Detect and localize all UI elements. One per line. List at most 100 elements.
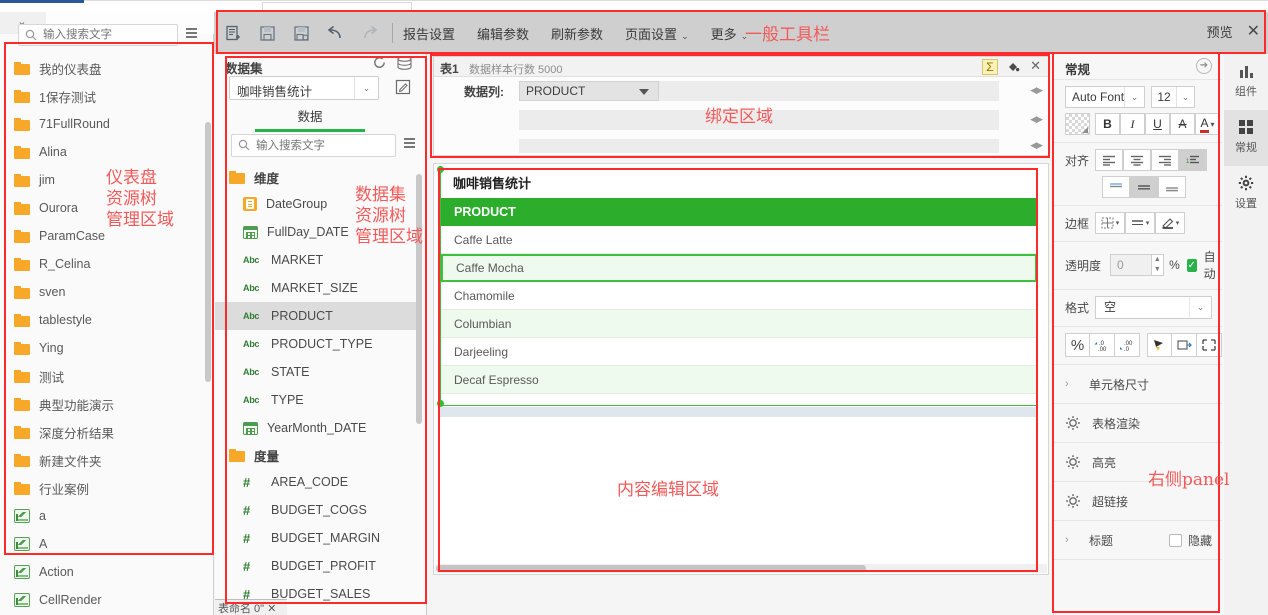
dataset-search-input[interactable]	[256, 135, 392, 156]
tree-item[interactable]: a	[0, 502, 213, 530]
font-family-select[interactable]: Auto Font ⌄	[1065, 86, 1145, 108]
chevron-down-icon[interactable]: ⌄	[354, 77, 378, 99]
tree-item[interactable]: Alina	[0, 138, 213, 166]
list-menu-icon[interactable]	[186, 28, 198, 42]
chevron-down-icon[interactable]: ⌄	[1124, 87, 1144, 107]
dataset-field[interactable]: AbcMARKET	[215, 246, 420, 274]
toolbar-item-page-settings[interactable]: 页面设置⌄	[625, 24, 689, 43]
increase-decimal-icon[interactable]: .0.00	[1090, 333, 1115, 357]
tree-item[interactable]: 1保存测试	[0, 82, 213, 110]
align-bottom-icon[interactable]	[1158, 176, 1186, 198]
resize-handle-bottom-left[interactable]	[437, 400, 444, 407]
opacity-auto-checkbox[interactable]: ✓	[1187, 259, 1197, 272]
hide-checkbox[interactable]: ✓	[1169, 534, 1182, 547]
right-panel-section[interactable]: 表格渲染	[1054, 404, 1222, 443]
tab-components[interactable]: 组件	[1224, 54, 1268, 110]
dataset-select[interactable]: 咖啡销售统计 ⌄	[229, 76, 379, 100]
content-horizontal-scrollbar[interactable]	[435, 564, 1047, 573]
edit-icon[interactable]	[392, 76, 414, 98]
sidebar-search-box[interactable]	[18, 24, 178, 46]
chevron-down-icon[interactable]	[639, 89, 649, 95]
tree-item[interactable]: 71FullRound	[0, 110, 213, 138]
dataset-field[interactable]: #BUDGET_PROFIT	[215, 552, 420, 580]
italic-button[interactable]: I	[1120, 113, 1145, 135]
dataset-field[interactable]: AbcPRODUCT_TYPE	[215, 330, 420, 358]
dataset-field-tree[interactable]: 维度DateGroupFullDay_DATEAbcMARKETAbcMARKE…	[215, 164, 420, 615]
save-as-icon[interactable]	[286, 20, 316, 46]
chevron-down-icon[interactable]: ▾	[1176, 219, 1180, 227]
dataset-field[interactable]: AbcSTATE	[215, 358, 420, 386]
fill-color-icon[interactable]	[1065, 113, 1090, 135]
tree-item[interactable]: A	[0, 530, 213, 558]
stepper-down[interactable]: ▼	[1152, 265, 1163, 275]
content-edit-area[interactable]: 咖啡销售统计 PRODUCT Caffe LatteCaffe MochaCha…	[433, 163, 1049, 575]
resource-tree[interactable]: 我的仪表盘1保存测试71FullRoundAlinajimOuroraParam…	[0, 54, 213, 615]
underline-button[interactable]: U	[1145, 113, 1170, 135]
sheet-tab[interactable]: 表命名 0" ✕	[215, 599, 287, 615]
binding-row-slot[interactable]	[519, 139, 999, 153]
font-size-select[interactable]: 12 ⌄	[1151, 86, 1195, 108]
stepper-up[interactable]: ▲	[1152, 255, 1163, 265]
tree-item[interactable]: 行业案例	[0, 474, 213, 502]
dataset-field[interactable]: YearMonth_DATE	[215, 414, 420, 442]
dataset-group[interactable]: 度量	[215, 442, 420, 468]
sidebar-scrollbar[interactable]	[205, 122, 211, 382]
tree-item[interactable]: 典型功能演示	[0, 390, 213, 418]
border-color-icon[interactable]: ▾	[1155, 212, 1185, 234]
table-column-header[interactable]: PRODUCT	[441, 198, 1037, 226]
sigma-icon[interactable]: Σ	[982, 59, 998, 75]
font-color-button[interactable]: A ▾	[1195, 113, 1220, 135]
wrap-text-icon[interactable]	[1172, 333, 1197, 357]
new-report-icon[interactable]	[218, 20, 248, 46]
tab-settings[interactable]: 设置	[1224, 166, 1268, 222]
resize-handle-top-left[interactable]	[437, 166, 444, 173]
tree-item[interactable]: Ourora	[0, 194, 213, 222]
chevron-down-icon[interactable]: ⌄	[1176, 87, 1194, 107]
tree-item[interactable]: sven	[0, 278, 213, 306]
opacity-stepper[interactable]: ▲▼	[1152, 254, 1164, 276]
table-row[interactable]: Caffe Latte	[441, 226, 1037, 254]
chevron-down-icon[interactable]: ▾	[1116, 219, 1120, 227]
tab-general[interactable]: 常规	[1224, 110, 1268, 166]
toolbar-item-refresh-params[interactable]: 刷新参数	[551, 24, 603, 43]
dataset-group[interactable]: 维度	[215, 164, 420, 190]
arrow-right-circle-icon[interactable]: ➔	[1196, 58, 1212, 74]
dataset-field[interactable]: AbcMARKET_SIZE	[215, 274, 420, 302]
toolbar-item-edit-params[interactable]: 编辑参数	[477, 24, 529, 43]
tree-item[interactable]: CellRender	[0, 586, 213, 614]
decrease-decimal-icon[interactable]: .00.0	[1115, 333, 1140, 357]
right-panel-section[interactable]: 高亮	[1054, 443, 1222, 482]
table-row[interactable]: Darjeeling	[441, 338, 1037, 366]
search-input[interactable]	[43, 25, 175, 45]
tree-item[interactable]: R_Celina	[0, 250, 213, 278]
toolbar-item-more[interactable]: 更多⌄	[711, 24, 749, 43]
hide-toggle[interactable]: ✓隐藏	[1169, 532, 1212, 549]
align-auto-icon[interactable]: 1	[1179, 149, 1207, 171]
tree-item[interactable]: 新建文件夹	[0, 446, 213, 474]
table-title[interactable]: 咖啡销售统计	[441, 170, 1037, 198]
right-panel-section[interactable]: ›单元格尺寸	[1054, 365, 1222, 404]
binding-row-arrows[interactable]: ◀▶	[1030, 85, 1042, 96]
percent-icon[interactable]: %	[1065, 333, 1090, 357]
database-icon[interactable]	[396, 56, 413, 70]
align-left-icon[interactable]	[1095, 149, 1123, 171]
dataset-field[interactable]: #BUDGET_COGS	[215, 496, 420, 524]
binding-field-chip[interactable]: PRODUCT	[519, 81, 659, 101]
chevron-down-icon[interactable]: ▾	[1146, 219, 1150, 227]
dataset-scrollbar[interactable]	[416, 174, 422, 424]
tree-item[interactable]: 测试	[0, 362, 213, 390]
close-icon[interactable]: ✕	[1030, 58, 1041, 74]
table-row[interactable]: Caffe Mocha	[441, 254, 1037, 282]
tree-item[interactable]: 深度分析结果	[0, 418, 213, 446]
opacity-input[interactable]: 0	[1110, 254, 1152, 276]
chevron-down-icon[interactable]: ▾	[1211, 120, 1215, 129]
align-right-icon[interactable]	[1151, 149, 1179, 171]
strikethrough-button[interactable]: A	[1170, 113, 1195, 135]
tree-item[interactable]: Ying	[0, 334, 213, 362]
dataset-field[interactable]: #AREA_CODE	[215, 468, 420, 496]
right-panel-section[interactable]: ›标题✓隐藏	[1054, 521, 1222, 560]
preview-button[interactable]: 预览	[1207, 22, 1233, 41]
border-style-icon[interactable]: ▾	[1095, 212, 1125, 234]
align-center-icon[interactable]	[1123, 149, 1151, 171]
tree-item[interactable]: ParamCase	[0, 222, 213, 250]
